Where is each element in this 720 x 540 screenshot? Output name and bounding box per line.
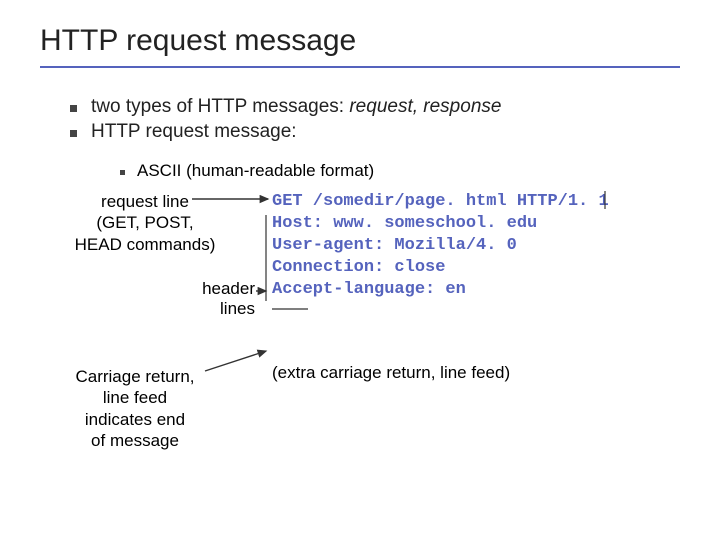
title-underline	[40, 66, 680, 68]
code-line-3: User-agent: Mozilla/4. 0	[272, 236, 517, 255]
label-carriage-3: indicates end	[85, 410, 185, 429]
bullet-square-icon	[70, 130, 77, 137]
code-line-1: GET /somedir/page. html HTTP/1. 1	[272, 192, 609, 211]
http-request-code: GET /somedir/page. html HTTP/1. 1 Host: …	[272, 191, 609, 301]
label-carriage-2: line feed	[103, 388, 167, 407]
label-carriage-4: of message	[91, 431, 179, 450]
sub-bullet-1-text: ASCII (human-readable format)	[137, 161, 374, 181]
label-request-line-1: request line	[101, 192, 189, 211]
label-header-lines: header lines	[170, 279, 255, 320]
diagram-area: request line (GET, POST, HEAD commands) …	[40, 191, 680, 451]
bullet-2-text: HTTP request message:	[91, 121, 297, 143]
code-line-2: Host: www. someschool. edu	[272, 214, 537, 233]
bullet-2: HTTP request message:	[70, 121, 680, 143]
label-request-line: request line (GET, POST, HEAD commands)	[50, 191, 240, 255]
label-carriage-return: Carriage return, line feed indicates end…	[50, 366, 220, 451]
bullet-square-icon	[120, 170, 125, 175]
sub-bullet-1: ASCII (human-readable format)	[120, 161, 680, 181]
sub-bullets: ASCII (human-readable format)	[120, 161, 680, 181]
slide-title: HTTP request message	[40, 24, 680, 58]
extra-carriage-text: (extra carriage return, line feed)	[272, 363, 510, 383]
label-request-line-3: HEAD commands)	[75, 235, 216, 254]
bullet-square-icon	[70, 105, 77, 112]
label-request-line-2: (GET, POST,	[96, 213, 193, 232]
label-carriage-1: Carriage return,	[75, 367, 194, 386]
main-bullets: two types of HTTP messages: request, res…	[70, 96, 680, 143]
code-line-5: Accept-language: en	[272, 280, 466, 299]
bullet-1-prefix: two types of HTTP messages:	[91, 96, 349, 117]
bullet-1: two types of HTTP messages: request, res…	[70, 96, 680, 118]
bullet-1-italic: request, response	[349, 96, 501, 117]
label-header-1: header	[202, 279, 255, 298]
code-line-4: Connection: close	[272, 258, 445, 277]
bullet-1-text: two types of HTTP messages: request, res…	[91, 96, 501, 118]
label-header-2: lines	[220, 299, 255, 318]
